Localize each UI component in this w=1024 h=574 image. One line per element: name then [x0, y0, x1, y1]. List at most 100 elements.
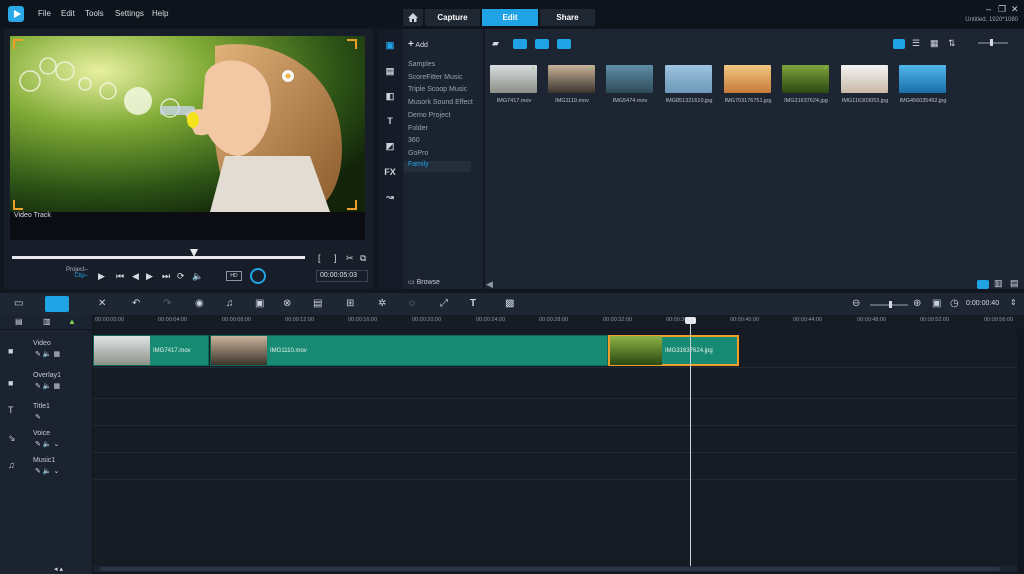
folder-item[interactable]: ScoreFitter Music	[408, 74, 462, 81]
scrollbar-thumb[interactable]	[100, 567, 1000, 571]
media-thumbnail[interactable]	[490, 65, 537, 93]
home-button[interactable]	[403, 9, 423, 26]
stop-motion-icon[interactable]: ▩	[505, 298, 514, 309]
tab-edit[interactable]: Edit	[482, 9, 538, 26]
mask-icon[interactable]: ◌	[409, 298, 415, 309]
multi-camera-icon[interactable]: ⊞	[346, 298, 354, 309]
folder-item-selected[interactable]: Family	[404, 161, 471, 172]
overlay-controls[interactable]: ✎ 🔈 ▦	[35, 382, 60, 390]
import-folder-icon[interactable]: ▰	[492, 38, 499, 49]
browse-button[interactable]: ▭ Browse	[408, 278, 440, 286]
folder-item[interactable]: Samples	[408, 61, 435, 68]
media-thumbnail[interactable]	[841, 65, 888, 93]
selection-corner[interactable]	[13, 39, 23, 49]
folder-item[interactable]: Musork Sound Effect	[408, 99, 473, 106]
filter-icon[interactable]: FX	[383, 167, 397, 178]
play-icon[interactable]: ▶	[98, 271, 105, 282]
sort-icon[interactable]: ⇅	[948, 38, 956, 49]
motion-tracking-icon[interactable]: ⊗	[283, 298, 291, 309]
show-photos-button[interactable]	[535, 39, 549, 49]
record-icon[interactable]: ◉	[195, 298, 204, 309]
zoom-in-icon[interactable]: ⊕	[913, 298, 921, 309]
clock-icon[interactable]: ◷	[950, 298, 959, 309]
transition-icon[interactable]: ◧	[383, 91, 397, 102]
preview-timecode[interactable]: 00:00:05:03	[316, 270, 368, 282]
music-controls[interactable]: ✎ 🔈 ⌄	[35, 467, 59, 475]
folder-item[interactable]: Demo Project	[408, 112, 450, 119]
media-thumbnail[interactable]	[665, 65, 712, 93]
menu-settings[interactable]: Settings	[115, 9, 144, 18]
folder-item[interactable]: Triple Scoop Music	[408, 86, 467, 93]
redo-icon[interactable]: ↷	[163, 298, 171, 309]
auto-music-button[interactable]	[977, 280, 989, 289]
voice-controls[interactable]: ✎ 🔈 ⌄	[35, 440, 59, 448]
end-icon[interactable]: ⏭	[162, 271, 170, 282]
show-videos-button[interactable]	[513, 39, 527, 49]
menu-help[interactable]: Help	[152, 9, 168, 18]
auto-music-icon[interactable]: ▣	[255, 298, 264, 309]
menu-tools[interactable]: Tools	[85, 9, 104, 18]
minimize-icon[interactable]: –	[986, 4, 991, 14]
ripple-editing-icon[interactable]: ▲	[68, 317, 76, 326]
playhead-handle[interactable]	[685, 317, 696, 324]
split-audio-icon[interactable]: ✲	[378, 298, 386, 309]
track-manager-icon[interactable]: ▤	[15, 317, 23, 326]
previous-frame-icon[interactable]: ◀	[132, 271, 139, 282]
zoom-out-icon[interactable]: ⊖	[852, 298, 860, 309]
preview-scrubber[interactable]	[12, 256, 305, 259]
grid-view-icon[interactable]: ▦	[930, 38, 939, 49]
next-frame-icon[interactable]: ▶	[146, 271, 153, 282]
tab-capture[interactable]: Capture	[425, 9, 480, 26]
collapse-library-icon[interactable]: ◀	[486, 279, 493, 290]
thumbnail-size-slider[interactable]	[978, 42, 1008, 44]
tab-share[interactable]: Share	[540, 9, 595, 26]
zoom-slider-handle[interactable]	[889, 301, 892, 308]
media-thumbnail[interactable]	[724, 65, 771, 93]
show-audio-button[interactable]	[557, 39, 571, 49]
path-icon[interactable]: ↝	[383, 192, 397, 203]
restore-icon[interactable]: ❐	[998, 4, 1006, 15]
list-view-icon[interactable]: ☰	[912, 38, 920, 49]
menu-edit[interactable]: Edit	[61, 9, 75, 18]
timeline-view-button[interactable]	[45, 296, 69, 312]
playhead-line[interactable]	[690, 317, 691, 567]
hd-toggle[interactable]: HD	[226, 271, 242, 281]
chapter-icon[interactable]: ▥	[43, 317, 51, 326]
project-clip-toggle[interactable]: Project– Clip–	[66, 267, 88, 279]
selection-corner[interactable]	[13, 200, 23, 210]
storyboard-icon[interactable]: ▥	[994, 278, 1003, 289]
media-thumbnail[interactable]	[548, 65, 595, 93]
folder-item[interactable]: 360	[408, 137, 420, 144]
menu-file[interactable]: File	[38, 9, 51, 18]
volume-icon[interactable]: 🔈	[192, 271, 203, 282]
slider-handle[interactable]	[990, 39, 993, 46]
storyboard-view-icon[interactable]: ▭	[14, 298, 23, 309]
selection-corner[interactable]	[347, 39, 357, 49]
title-icon[interactable]: T	[383, 116, 397, 127]
tools-icon[interactable]: ✕	[98, 298, 106, 309]
enlarge-icon[interactable]: ⧉	[360, 253, 366, 264]
thumbnail-view-button[interactable]	[893, 39, 905, 49]
pan-zoom-icon[interactable]: ⤢	[440, 298, 448, 309]
subtitle-icon[interactable]: ▤	[313, 298, 322, 309]
repeat-icon[interactable]: ⟳	[177, 271, 185, 282]
title-controls[interactable]: ✎	[35, 413, 41, 421]
media-thumbnail[interactable]	[606, 65, 653, 93]
selection-corner[interactable]	[347, 200, 357, 210]
media-icon[interactable]: ▣	[383, 40, 397, 51]
folder-item[interactable]: GoPro	[408, 150, 428, 157]
media-thumbnail[interactable]	[899, 65, 946, 93]
options-icon[interactable]: ▤	[1010, 278, 1019, 289]
timecode-spinner-icon[interactable]: ⇕	[1010, 298, 1017, 307]
mark-out-icon[interactable]: ]	[334, 253, 337, 263]
fit-project-icon[interactable]: ▣	[932, 298, 941, 309]
close-icon[interactable]: ✕	[1011, 4, 1019, 15]
folder-item[interactable]: Folder	[408, 125, 428, 132]
zoom-preview-icon[interactable]	[250, 268, 266, 284]
graphics-icon[interactable]: ◩	[383, 141, 397, 152]
media-thumbnail[interactable]	[782, 65, 829, 93]
title-3d-icon[interactable]: T	[470, 298, 476, 309]
edit-icon[interactable]: ✎ 🔈 ▦	[35, 350, 60, 358]
add-folder-button[interactable]: + Add	[408, 39, 428, 50]
undo-icon[interactable]: ↶	[132, 298, 140, 309]
